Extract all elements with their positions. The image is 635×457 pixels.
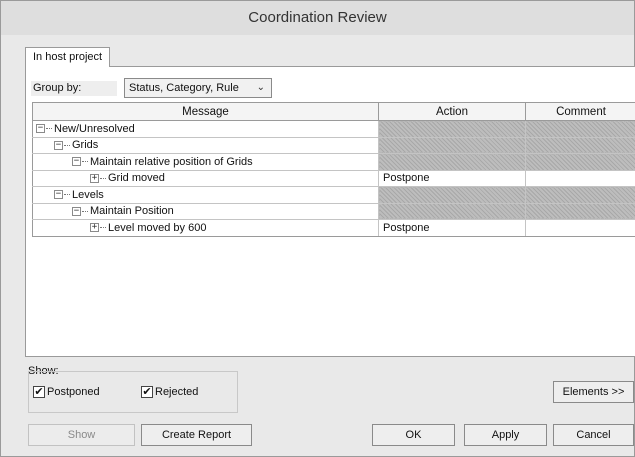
table-row[interactable]: + Level moved by 600 Postpone <box>32 219 635 237</box>
collapse-icon[interactable]: − <box>72 206 81 216</box>
table-row[interactable]: − New/Unresolved <box>32 120 635 138</box>
tree-connector <box>100 227 106 229</box>
message-text: Grids <box>72 139 99 152</box>
action-cell[interactable] <box>378 153 526 171</box>
comment-cell[interactable] <box>525 186 635 204</box>
column-header-message[interactable]: Message <box>32 102 379 121</box>
table-row[interactable]: + Grid moved Postpone <box>32 169 635 187</box>
apply-button[interactable]: Apply <box>464 424 547 446</box>
postponed-label: Postponed <box>47 386 100 398</box>
comment-cell[interactable] <box>525 219 635 237</box>
message-text: Levels <box>72 188 104 201</box>
table-header-row: Message Action Comment <box>32 102 635 121</box>
cancel-button[interactable]: Cancel <box>553 424 634 446</box>
tree-connector <box>82 161 88 163</box>
create-report-button[interactable]: Create Report <box>141 424 252 446</box>
group-by-select[interactable]: Status, Category, Rule ⌄ <box>124 78 272 98</box>
message-cell[interactable]: − Grids <box>32 136 379 154</box>
action-cell[interactable] <box>378 186 526 204</box>
message-cell[interactable]: − Levels <box>32 186 379 204</box>
expand-icon[interactable]: + <box>90 173 99 183</box>
messages-table: Message Action Comment − New/Unresolved − G… <box>32 102 635 237</box>
tab-in-host-project[interactable]: In host project <box>25 47 111 67</box>
message-text: Level moved by 600 <box>108 221 207 234</box>
collapse-icon[interactable]: − <box>72 157 81 167</box>
group-by-value: Status, Category, Rule <box>129 82 239 94</box>
group-by-label: Group by: <box>31 81 117 96</box>
window-title: Coordination Review <box>1 1 634 35</box>
tree-connector <box>64 194 70 196</box>
comment-cell[interactable] <box>525 136 635 154</box>
tree-connector <box>82 210 88 212</box>
action-cell[interactable]: Postpone <box>378 169 526 187</box>
table-row[interactable]: − Levels <box>32 186 635 204</box>
collapse-icon[interactable]: − <box>54 140 63 150</box>
message-text: Maintain relative position of Grids <box>90 155 253 168</box>
message-text: Grid moved <box>108 172 165 185</box>
show-button[interactable]: Show <box>28 424 135 446</box>
comment-cell[interactable] <box>525 153 635 171</box>
ok-button[interactable]: OK <box>372 424 455 446</box>
action-cell[interactable] <box>378 136 526 154</box>
tab-panel: Group by: Status, Category, Rule ⌄ Messa… <box>25 66 635 357</box>
collapse-icon[interactable]: − <box>54 190 63 200</box>
chevron-down-icon: ⌄ <box>256 82 265 93</box>
comment-cell[interactable] <box>525 202 635 220</box>
tree-connector <box>46 128 52 130</box>
tree-connector <box>100 177 106 179</box>
message-text: Maintain Position <box>90 205 174 218</box>
elements-button[interactable]: Elements >> <box>553 381 634 403</box>
comment-cell[interactable] <box>525 169 635 187</box>
table-row[interactable]: − Maintain relative position of Grids <box>32 153 635 171</box>
message-cell[interactable]: + Grid moved <box>32 169 379 187</box>
tree-connector <box>64 144 70 146</box>
coordination-review-dialog: Coordination Review In host project Grou… <box>0 0 635 457</box>
table-row[interactable]: − Maintain Position <box>32 202 635 220</box>
rejected-checkbox[interactable]: ✔ Rejected <box>141 385 198 399</box>
message-cell[interactable]: + Level moved by 600 <box>32 219 379 237</box>
table-row[interactable]: − Grids <box>32 136 635 154</box>
action-cell[interactable] <box>378 120 526 138</box>
postponed-checkbox[interactable]: ✔ Postponed <box>33 385 100 399</box>
column-header-comment[interactable]: Comment <box>525 102 635 121</box>
collapse-icon[interactable]: − <box>36 124 45 134</box>
checkmark-icon: ✔ <box>141 385 153 399</box>
action-cell[interactable]: Postpone <box>378 219 526 237</box>
comment-cell[interactable] <box>525 120 635 138</box>
checkmark-icon: ✔ <box>33 385 45 399</box>
column-header-action[interactable]: Action <box>378 102 526 121</box>
message-cell[interactable]: − Maintain Position <box>32 202 379 220</box>
expand-icon[interactable]: + <box>90 223 99 233</box>
message-cell[interactable]: − Maintain relative position of Grids <box>32 153 379 171</box>
message-cell[interactable]: − New/Unresolved <box>32 120 379 138</box>
action-cell[interactable] <box>378 202 526 220</box>
rejected-label: Rejected <box>155 386 199 398</box>
message-text: New/Unresolved <box>54 122 135 135</box>
